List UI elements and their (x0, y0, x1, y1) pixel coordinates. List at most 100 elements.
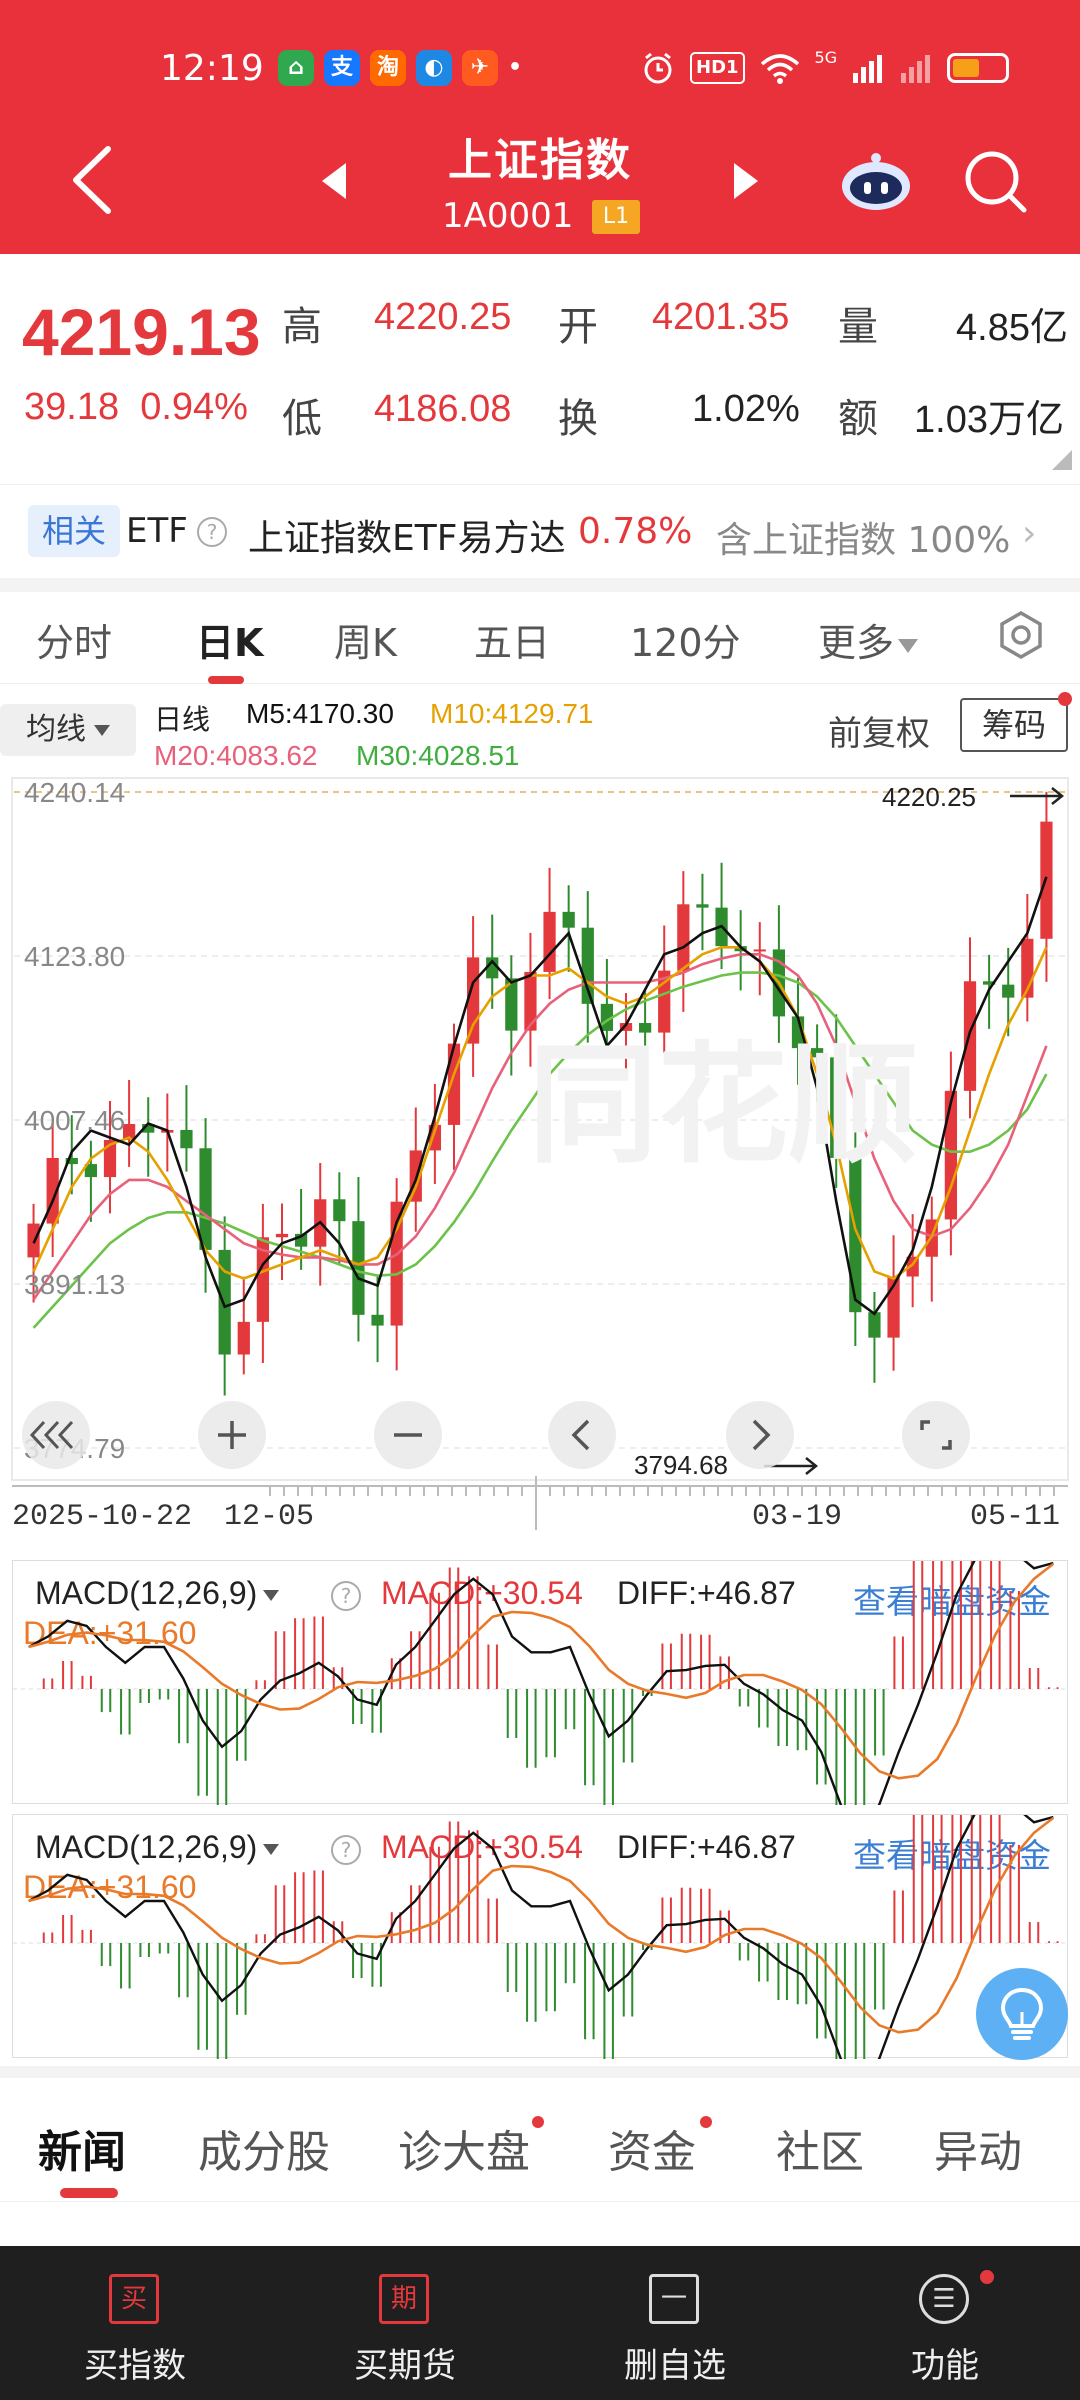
tab-funds[interactable]: 资金 (608, 2116, 696, 2180)
low-value: 4186.08 (374, 388, 512, 430)
wifi-icon (760, 54, 799, 84)
candle-body (1002, 984, 1015, 998)
section-gap (0, 2066, 1080, 2078)
tab-five-day[interactable]: 五日 (474, 612, 550, 667)
chevron-right-icon[interactable]: › (1022, 513, 1036, 554)
holding-percent: 100% (907, 520, 1011, 561)
ma-toggle-label: 均线 (26, 712, 86, 747)
diff-line (28, 1561, 1054, 1805)
y-ticks: 4240.144123.804007.463891.133774.79 (24, 777, 125, 1464)
status-app-icons: ⌂ 支 淘 ◐ ✈ • (278, 50, 522, 86)
candle-body (237, 1321, 250, 1355)
low-marker: 3794.68 (634, 1450, 728, 1480)
battery-icon (947, 53, 1010, 83)
tab-news[interactable]: 新闻 (38, 2116, 126, 2180)
signal-icon (853, 55, 883, 83)
more-dot-icon: • (508, 55, 523, 80)
lightbulb-button[interactable] (976, 1968, 1068, 2060)
tab-constituents[interactable]: 成分股 (198, 2116, 330, 2180)
ma-toggle-button[interactable]: 均线 (0, 704, 136, 756)
remove-watchlist-label: 删自选 (624, 2346, 726, 2386)
chart-controls (22, 1401, 970, 1469)
signal-weak-icon (901, 55, 931, 83)
x-label-3: 05-11 (970, 1500, 1061, 1534)
etf-holding: 含上证指数 100% (716, 511, 1010, 563)
ma20-value: M20:4083.62 (154, 740, 318, 771)
current-price: 4219.13 (22, 295, 261, 369)
caret-down-icon (898, 638, 919, 653)
candle-body (562, 911, 575, 928)
candle-body (333, 1199, 346, 1222)
related-etf-row[interactable]: 相关 ETF ? 上证指数ETF易方达 0.78% 含上证指数 100% › (0, 484, 1080, 578)
tab-more-label: 更多 (818, 621, 895, 665)
help-icon[interactable]: ? (197, 517, 227, 547)
turnover-label: 换 (558, 396, 598, 442)
etf-change: 0.78% (578, 511, 693, 552)
scroll-right-button (726, 1401, 794, 1469)
signal-5g-label: 5G (814, 48, 838, 67)
y-tick-label: 4007.46 (24, 1105, 125, 1136)
high-label: 高 (282, 304, 322, 350)
macd-panel-2[interactable]: MACD(12,26,9) ? MACD:+30.54 DIFF:+46.87 … (12, 1814, 1069, 2059)
kline-chart[interactable]: 4240.144123.804007.463891.133774.79 同花顺 … (0, 770, 1080, 1530)
remove-watchlist-button[interactable]: 一 删自选 (540, 2246, 810, 2400)
change-percent: 0.94% (140, 386, 248, 428)
tab-diagnosis[interactable]: 诊大盘 (398, 2116, 530, 2180)
level-tag: L1 (592, 200, 640, 234)
next-index-arrow-icon[interactable] (734, 163, 758, 199)
amount-value: 1.03万亿 (914, 399, 1064, 441)
tab-more[interactable]: 更多 (818, 612, 919, 667)
holding-label: 含上证指数 (716, 520, 897, 561)
candle-body (275, 1233, 289, 1238)
tab-intraday[interactable]: 分时 (36, 612, 112, 667)
chips-button[interactable]: 筹码 (960, 698, 1068, 752)
tab-120min[interactable]: 120分 (630, 612, 741, 667)
hd-badge: HD1 (690, 52, 745, 84)
tab-movements[interactable]: 异动 (934, 2116, 1022, 2180)
candle-body (753, 949, 766, 952)
high-marker-arrow (1010, 787, 1065, 805)
tab-community[interactable]: 社区 (776, 2116, 864, 2180)
buy-futures-button[interactable]: 期 买期货 (270, 2246, 540, 2400)
tab-weekly-k[interactable]: 周K (334, 612, 397, 667)
lightbulb-icon (1000, 1987, 1044, 2040)
volume-label: 量 (838, 304, 878, 350)
dea-line (28, 1562, 1055, 1780)
macd-chart (13, 1815, 1069, 2059)
dea-line (28, 1816, 1055, 2034)
active-tab-indicator (60, 2188, 118, 2198)
ma10-value: M10:4129.71 (430, 698, 594, 729)
search-icon[interactable] (962, 148, 1028, 214)
x-axis-labels: 2025-10-22 12-05 03-19 05-11 (0, 1500, 1080, 1544)
buy-index-button[interactable]: 买 买指数 (0, 2246, 270, 2400)
buy-futures-label: 买期货 (354, 2346, 456, 2386)
functions-label: 功能 (911, 2346, 979, 2386)
status-indicators: HD1 5G (640, 48, 1010, 86)
open-value: 4201.35 (652, 296, 790, 338)
caret-down-icon (94, 725, 110, 736)
robot-assistant-icon[interactable] (838, 150, 914, 214)
adjust-mode-button[interactable]: 前复权 (828, 706, 930, 755)
tab-daily-k[interactable]: 日K (196, 612, 263, 667)
high-value: 4220.25 (374, 296, 512, 338)
x-label-1: 12-05 (224, 1500, 315, 1534)
diff-line (28, 1815, 1054, 2059)
etf-name[interactable]: 上证指数ETF易方达 (248, 509, 565, 561)
status-time: 12:19 (160, 48, 264, 89)
price-change: 39.18 0.94% (24, 386, 248, 429)
functions-button[interactable]: ☰ 功能 (810, 2246, 1080, 2400)
top-header: 12:19 ⌂ 支 淘 ◐ ✈ • HD1 5G 上证指数 1A0001 L1 (0, 0, 1080, 254)
settings-hexagon-icon[interactable] (996, 610, 1046, 660)
x-label-2: 03-19 (752, 1500, 843, 1534)
low-label: 低 (282, 396, 322, 442)
macd-panel-1[interactable]: MACD(12,26,9) ? MACD:+30.54 DIFF:+46.87 … (12, 1560, 1069, 1805)
expand-corner-icon[interactable] (1052, 450, 1072, 470)
home-app-icon: ⌂ (278, 50, 314, 86)
y-tick-label: 4123.80 (24, 941, 125, 972)
macd-chart (13, 1561, 1069, 1805)
buy-icon: 买 (109, 2274, 159, 2324)
minus-box-icon: 一 (649, 2274, 699, 2324)
candle-body (868, 1312, 881, 1338)
y-tick-label: 3891.13 (24, 1269, 125, 1300)
open-label: 开 (558, 304, 598, 350)
